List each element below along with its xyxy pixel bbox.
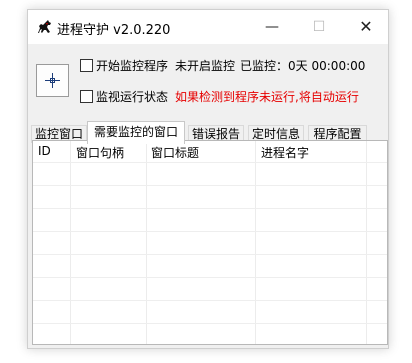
row-divider: [33, 208, 387, 209]
minimize-button[interactable]: —: [258, 16, 286, 38]
start-monitor-label[interactable]: 开始监控程序: [96, 57, 168, 74]
row-divider: [33, 300, 387, 301]
elapsed-value: 0天 00:00:00: [288, 58, 366, 73]
tab-windows-to-monitor[interactable]: 需要监控的窗口: [87, 121, 185, 144]
window-title: 进程守护 v2.0.220: [57, 23, 171, 38]
row-divider: [33, 162, 387, 163]
row-divider: [33, 185, 387, 186]
row-divider: [33, 231, 387, 232]
row-divider: [33, 277, 387, 278]
column-divider: [146, 141, 147, 344]
maximize-button[interactable]: ☐: [305, 16, 333, 38]
main-window: 进程守护 v2.0.220 — ☐ ✕ 开始监控程序 未开启监控 已监控： 0天 …: [27, 9, 389, 349]
title-bar: 进程守护 v2.0.220 — ☐ ✕: [28, 10, 388, 44]
window-picker-button[interactable]: [36, 64, 69, 97]
row-divider: [33, 323, 387, 324]
crosshair-icon: [45, 73, 60, 88]
column-divider: [255, 141, 256, 344]
start-monitor-row: 开始监控程序 未开启监控 已监控： 0天 00:00:00: [80, 57, 365, 73]
row-divider: [33, 254, 387, 255]
monitor-status-row: 监视运行状态 如果检测到程序未运行,将自动运行: [80, 88, 359, 104]
elapsed-label: 已监控：: [240, 58, 289, 73]
column-header-id[interactable]: ID: [38, 144, 51, 158]
monitor-status-label[interactable]: 监视运行状态: [96, 88, 168, 105]
monitored-windows-table[interactable]: ID 窗口句柄 窗口标题 进程名字: [32, 140, 388, 345]
column-divider: [70, 141, 71, 344]
column-header-title[interactable]: 窗口标题: [151, 144, 199, 161]
auto-run-notice: 如果检测到程序未运行,将自动运行: [175, 89, 359, 104]
monitor-status-checkbox[interactable]: [80, 89, 93, 103]
column-divider: [366, 141, 367, 344]
monitor-state-text: 未开启监控: [175, 58, 236, 73]
column-header-handle[interactable]: 窗口句柄: [76, 144, 124, 161]
column-header-process[interactable]: 进程名字: [261, 144, 309, 161]
close-button[interactable]: ✕: [352, 16, 380, 38]
table-header: ID 窗口句柄 窗口标题 进程名字: [33, 141, 387, 162]
horse-icon: [38, 20, 51, 33]
start-monitor-checkbox[interactable]: [80, 58, 93, 72]
